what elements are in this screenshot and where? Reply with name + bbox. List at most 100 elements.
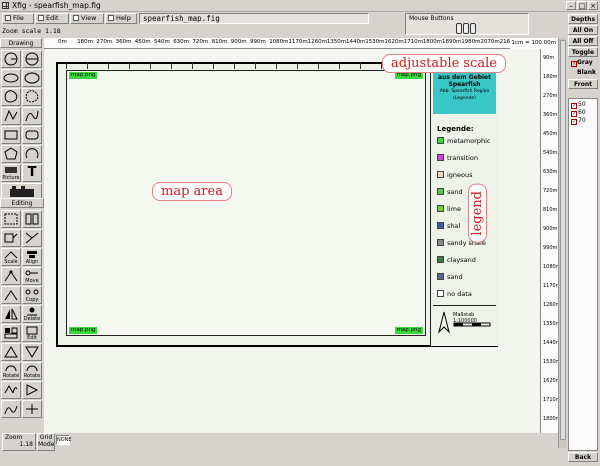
callout-map-area: map area <box>152 182 232 201</box>
menu-help[interactable]: Help <box>105 13 137 24</box>
legend-panel[interactable]: aus dem Gebiet Spearfish Abb. Spearfish … <box>430 70 498 346</box>
depth-value: 60 <box>578 109 586 116</box>
legend-item: no data <box>437 290 472 298</box>
gray-checkbox-icon[interactable]: ✓ <box>571 61 577 67</box>
move-tool[interactable]: Move <box>22 267 42 285</box>
flip-vertical-tool[interactable] <box>22 343 42 361</box>
edit-tool[interactable]: Edit <box>22 324 42 342</box>
break-compound-tool[interactable] <box>22 210 42 228</box>
flip-tool[interactable] <box>1 305 21 323</box>
ellipse-radius-tool[interactable] <box>1 69 21 87</box>
scale-tool-label: Scale <box>4 259 18 265</box>
ruler-tick-label: 1170m <box>543 283 558 289</box>
minimize-button[interactable]: – <box>566 1 576 10</box>
map-tick <box>234 63 235 69</box>
zoom-indicator[interactable]: Zoom 1.18 <box>2 433 36 451</box>
ruler-tick-label: 1530m <box>365 39 385 45</box>
copy-tool[interactable]: Copy <box>22 286 42 304</box>
legend-swatch <box>437 256 444 263</box>
legend-swatch <box>437 239 444 246</box>
join-split-tool[interactable] <box>22 229 42 247</box>
rotate-cw-tool[interactable]: Rotate <box>22 362 42 380</box>
ruler-tick-label: 450m <box>134 39 151 45</box>
map-frame[interactable]: map.png map.png map.png map.png <box>66 70 426 336</box>
vertical-scrollbar[interactable] <box>558 38 566 448</box>
menu-file[interactable]: File <box>2 13 34 24</box>
depth-row[interactable]: ✓ 60 <box>571 109 586 117</box>
mouse-buttons-label: Mouse Buttons <box>409 15 454 22</box>
close-button[interactable]: × <box>588 1 598 10</box>
ruler-tick-label: 270m <box>543 93 558 99</box>
box-tool[interactable] <box>1 126 21 144</box>
depth-list[interactable]: ✓ 50 ✓ 60 ✓ 70 <box>568 98 598 451</box>
grid-mode-value[interactable]: NONE <box>56 435 72 445</box>
arc-box-tool[interactable] <box>22 126 42 144</box>
maximize-button[interactable]: □ <box>577 1 587 10</box>
depth-checkbox-icon[interactable]: ✓ <box>571 119 577 125</box>
move-tool-label: Move <box>25 278 39 284</box>
map-tick <box>66 63 67 69</box>
filename-field[interactable]: spearfish_map.fig <box>139 13 369 24</box>
depth-row[interactable]: ✓ 50 <box>571 101 586 109</box>
menu-view[interactable]: View <box>70 13 104 24</box>
menu-edit[interactable]: Edit <box>35 13 69 24</box>
legend-item: igneous <box>437 171 473 179</box>
compound-tool[interactable] <box>1 210 21 228</box>
ruler-tick-label: 1350m <box>326 39 347 45</box>
all-on-button[interactable]: All On <box>568 25 598 35</box>
circle-diameter-tool[interactable] <box>22 50 42 68</box>
gray-label: Gray <box>577 59 593 66</box>
delete-tool[interactable]: Delete <box>22 305 42 323</box>
map-tick <box>150 63 151 69</box>
toggle-button[interactable]: Toggle <box>568 47 598 57</box>
all-off-button[interactable]: All Off <box>568 36 598 46</box>
drawing-section-label: Drawing <box>0 38 42 48</box>
zoom-scale-label: Zoom scale 1.18 <box>2 27 61 35</box>
legend-header-line: Spearfish <box>448 81 481 88</box>
anchor-tool[interactable] <box>1 400 21 418</box>
align-tool-label: Align <box>25 259 39 265</box>
gray-option[interactable]: ✓Gray <box>568 58 598 68</box>
approx-spline-tool[interactable] <box>22 88 42 106</box>
delete-point-tool[interactable] <box>1 286 21 304</box>
scale-tool[interactable]: Scale <box>1 248 21 266</box>
editing-section-label: Editing <box>0 198 44 208</box>
north-arrow-icon <box>438 311 450 334</box>
closed-spline-tool[interactable] <box>1 88 21 106</box>
regular-polygon-tool[interactable] <box>1 145 21 163</box>
rotate-ccw-tool[interactable]: Rotate <box>1 362 21 380</box>
scrollbar-thumb[interactable] <box>560 40 566 440</box>
depth-row[interactable]: ✓ 70 <box>571 117 586 125</box>
zoom-value: 1.18 <box>19 441 33 448</box>
depth-value: 50 <box>578 101 586 108</box>
window-menu-icon[interactable] <box>2 2 9 9</box>
update-tool[interactable] <box>1 324 21 342</box>
polyline-tool[interactable] <box>1 107 21 125</box>
text-tool[interactable]: T <box>22 164 42 182</box>
arrow-tool[interactable] <box>22 381 42 399</box>
arc-tool[interactable] <box>22 145 42 163</box>
map-corner-label: map.png <box>69 327 98 334</box>
zoom-title: Zoom <box>5 434 23 441</box>
legend-label: no data <box>447 290 472 298</box>
legend-label: sand <box>447 188 463 196</box>
ruler-tick-label: 1170m <box>288 39 308 45</box>
ellipse-diameter-tool[interactable] <box>22 69 42 87</box>
blank-option[interactable]: Blank <box>568 68 598 78</box>
legend-item: sand <box>437 273 463 281</box>
flip-horizontal-tool[interactable] <box>1 343 21 361</box>
tangent-tool[interactable] <box>22 400 42 418</box>
picture-tool[interactable]: Picture <box>1 164 21 182</box>
add-point-tool[interactable] <box>1 267 21 285</box>
tool-panel: Picture T Editing Scale Align Move Copy … <box>0 49 44 429</box>
spline-tool[interactable] <box>22 107 42 125</box>
open-compound-tool[interactable] <box>1 229 21 247</box>
align-tool[interactable]: Align <box>22 248 42 266</box>
ruler-tick-label: 1890m <box>442 39 462 45</box>
circle-radius-tool[interactable] <box>1 50 21 68</box>
map-tick <box>129 63 130 69</box>
grid-mode-indicator[interactable]: Grid Mode <box>37 433 55 451</box>
convert-tool[interactable] <box>1 381 21 399</box>
title-bar: Xfig - spearfish_map.fig – □ × <box>0 0 600 12</box>
ruler-tick-label: 1800m <box>543 416 558 422</box>
